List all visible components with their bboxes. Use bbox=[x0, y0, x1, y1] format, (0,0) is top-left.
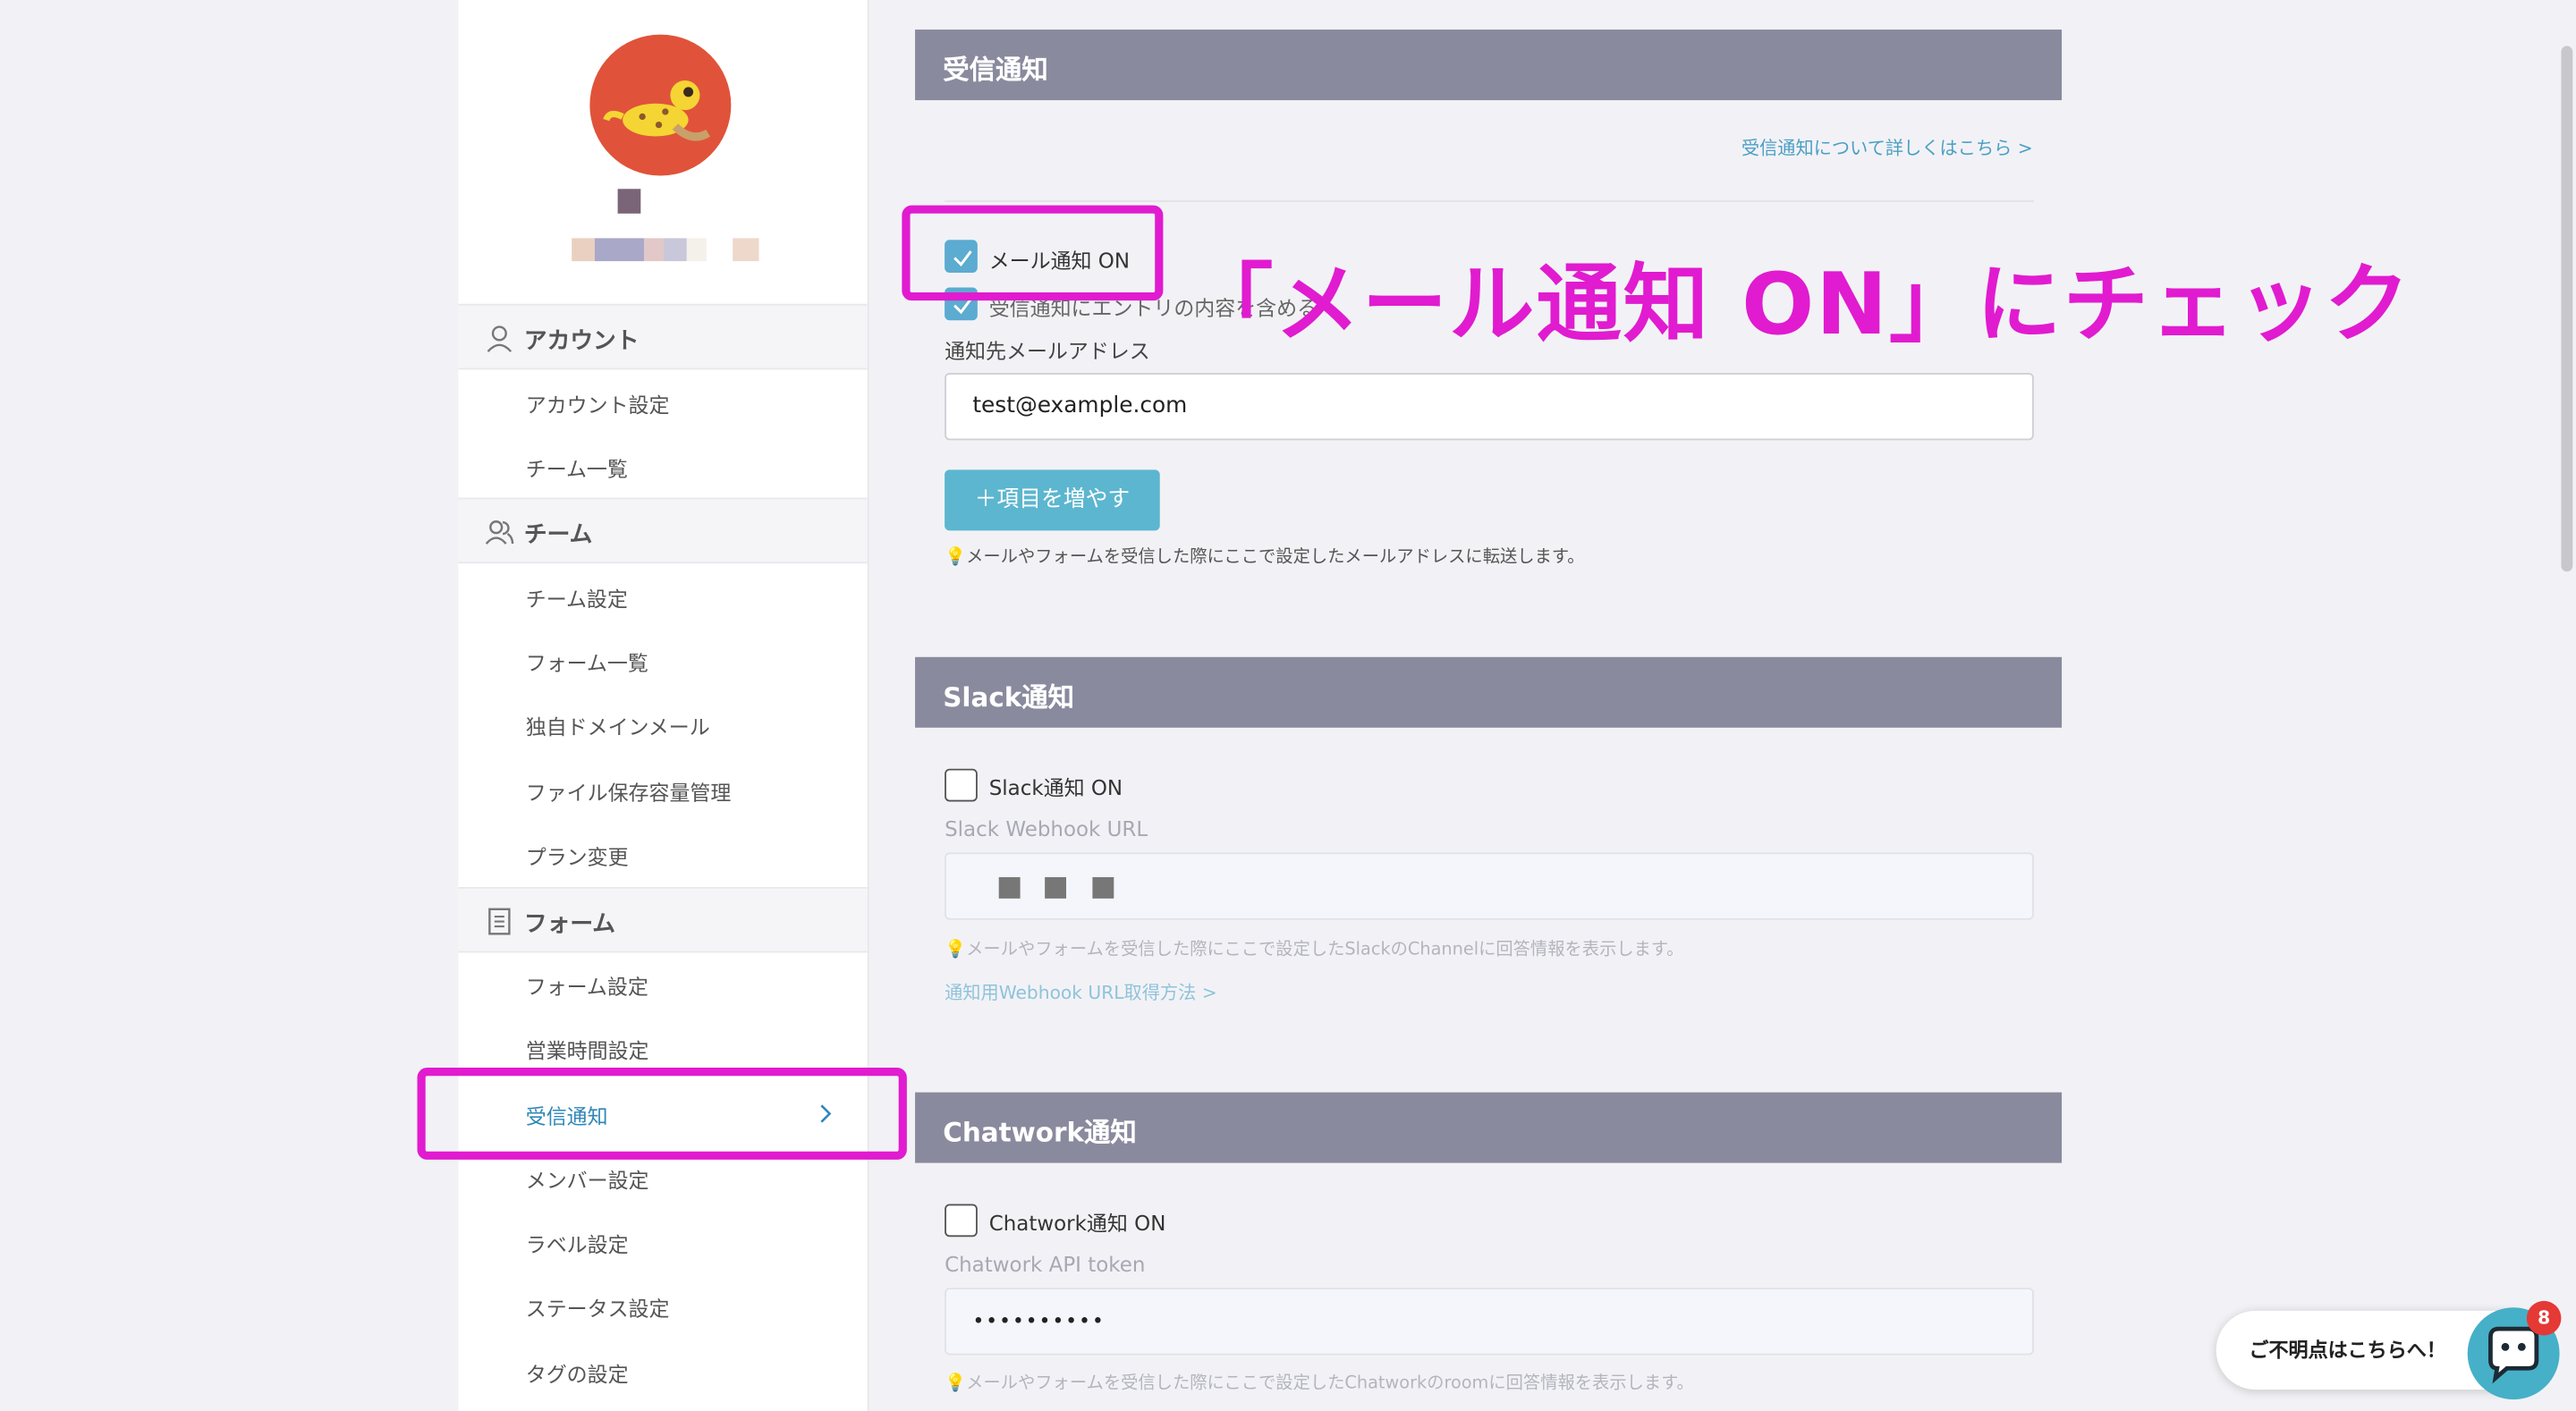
email-address-input[interactable]: test@example.com bbox=[945, 372, 2034, 441]
sidebar-item-form-list[interactable]: フォーム一覧 bbox=[526, 646, 648, 677]
sidebar-item-team-list[interactable]: チーム一覧 bbox=[526, 452, 628, 483]
sidebar-item-plan[interactable]: プラン変更 bbox=[526, 840, 629, 871]
users-icon bbox=[485, 520, 514, 545]
webhook-mosaic bbox=[1092, 876, 1114, 899]
sidebar-item-labels[interactable]: ラベル設定 bbox=[526, 1227, 629, 1258]
webhook-mosaic bbox=[1045, 876, 1067, 899]
sidebar-item-business-hours[interactable]: 営業時間設定 bbox=[526, 1033, 649, 1064]
section-team-label: チーム bbox=[523, 522, 593, 549]
help-label: ご不明点はこちらへ！ bbox=[2249, 1339, 2446, 1362]
sidebar-item-members[interactable]: メンバー設定 bbox=[526, 1163, 649, 1195]
notification-help-link[interactable]: 受信通知について詳しくはこちら > bbox=[1741, 135, 2033, 161]
slack-on-label: Slack通知 ON bbox=[988, 775, 1123, 800]
scrollbar[interactable] bbox=[2561, 46, 2573, 572]
help-badge: 8 bbox=[2526, 1300, 2562, 1336]
chatwork-token-label: Chatwork API token bbox=[945, 1251, 1146, 1277]
team-name-mosaic bbox=[617, 189, 641, 214]
section-account-label: アカウント bbox=[523, 328, 640, 355]
section-form: フォーム bbox=[458, 886, 868, 953]
section-account: アカウント bbox=[458, 303, 868, 370]
document-icon bbox=[488, 908, 511, 935]
annotation-text: 「メール通知 ON」にチェック bbox=[1187, 256, 2411, 355]
sidebar-item-form-settings[interactable]: フォーム設定 bbox=[526, 969, 648, 1001]
sidebar: アカウント アカウント設定 チーム一覧 チーム チーム設定 フォーム一覧 独自ド… bbox=[458, 0, 869, 1411]
section-form-label: フォーム bbox=[523, 911, 616, 938]
chatwork-on-checkbox[interactable] bbox=[945, 1204, 978, 1238]
chatwork-token-input[interactable]: •••••••••• bbox=[945, 1288, 2034, 1356]
sidebar-item-custom-domain[interactable]: 独自ドメインメール bbox=[526, 710, 710, 741]
slack-panel-title: Slack通知 bbox=[915, 656, 2063, 728]
address-label: 通知先メールアドレス bbox=[945, 338, 1150, 363]
slack-webhook-input[interactable] bbox=[945, 852, 2034, 920]
slack-hint: 💡メールやフォームを受信した際にここで設定したSlackのChannelに回答情… bbox=[945, 939, 1684, 959]
add-item-button[interactable]: ＋項目を増やす bbox=[945, 469, 1160, 531]
notifications-highlight bbox=[417, 1068, 907, 1160]
sidebar-item-tags[interactable]: タグの設定 bbox=[526, 1356, 629, 1388]
webhook-howto-link[interactable]: 通知用Webhook URL取得方法 > bbox=[945, 979, 1217, 1005]
slack-url-label: Slack Webhook URL bbox=[945, 815, 1148, 841]
webhook-mosaic bbox=[998, 876, 1021, 899]
divider bbox=[945, 200, 2034, 202]
chatwork-hint: 💡メールやフォームを受信した際にここで設定したChatworkのroomに回答情… bbox=[945, 1373, 1694, 1393]
cheetah-logo-icon bbox=[603, 80, 710, 141]
section-team: チーム bbox=[458, 497, 868, 564]
sidebar-item-account-settings[interactable]: アカウント設定 bbox=[526, 388, 670, 419]
mail-on-highlight bbox=[902, 205, 1164, 301]
slack-on-checkbox[interactable] bbox=[945, 768, 978, 802]
chatwork-panel-title: Chatwork通知 bbox=[915, 1092, 2063, 1163]
chatwork-on-label: Chatwork通知 ON bbox=[988, 1210, 1166, 1236]
team-avatar[interactable] bbox=[589, 34, 732, 176]
sidebar-item-team-settings[interactable]: チーム設定 bbox=[526, 581, 628, 613]
user-icon bbox=[487, 325, 513, 352]
email-panel-title: 受信通知 bbox=[915, 30, 2063, 101]
email-hint: 💡メールやフォームを受信した際にここで設定したメールアドレスに転送します。 bbox=[945, 546, 1585, 567]
team-id-mosaic bbox=[572, 238, 759, 262]
sidebar-item-status[interactable]: ステータス設定 bbox=[526, 1291, 670, 1322]
sidebar-item-storage[interactable]: ファイル保存容量管理 bbox=[526, 775, 732, 807]
